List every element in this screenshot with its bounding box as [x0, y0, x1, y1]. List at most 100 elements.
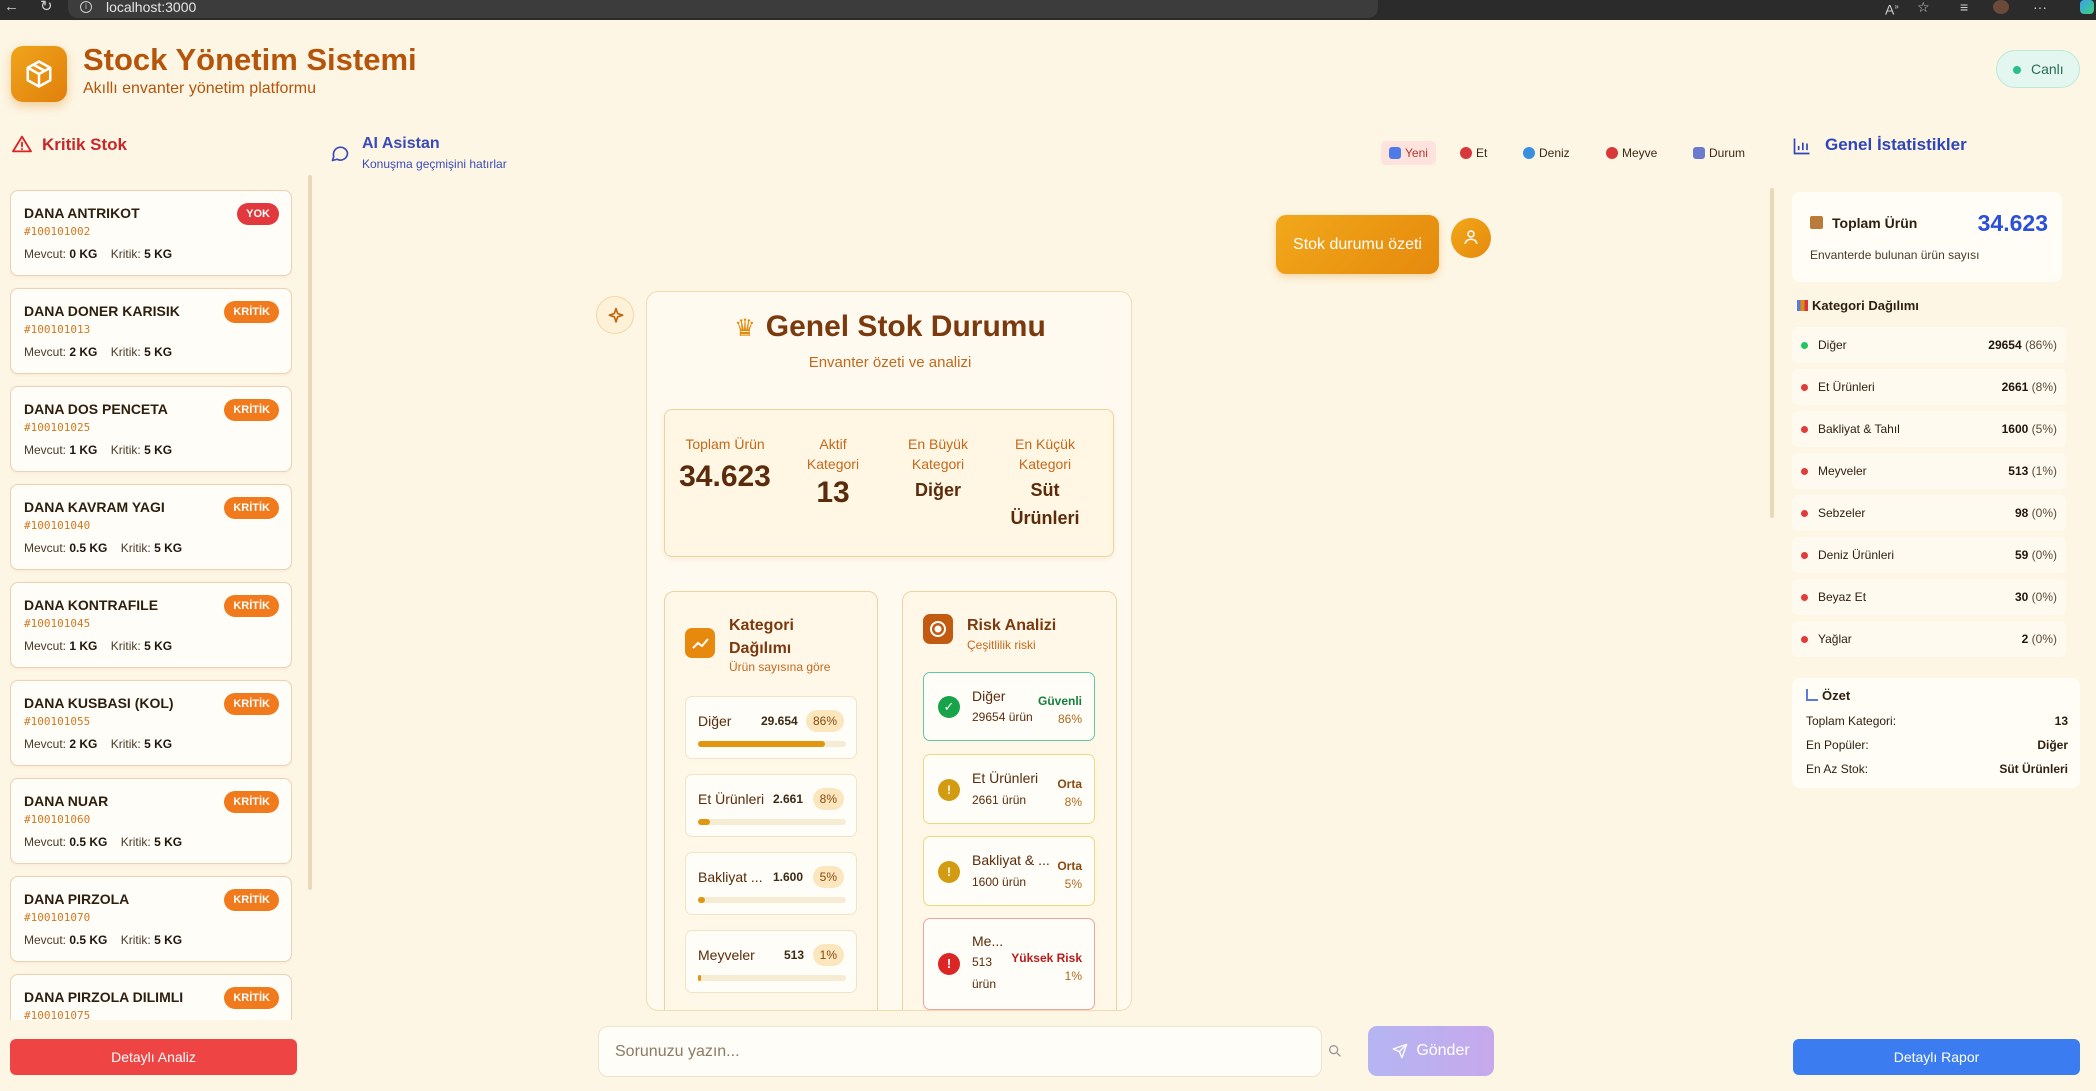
target-icon [923, 614, 953, 644]
profile-avatar[interactable] [1993, 0, 2009, 14]
stock-name: DANA DOS PENCETA [24, 401, 168, 417]
stock-card[interactable]: DANA KONTRAFILE #100101045 Mevcut: 1 KG … [10, 582, 292, 668]
category-row[interactable]: Diğer 29.654 86% [685, 696, 857, 759]
stock-name: DANA ANTRIKOT [24, 205, 140, 221]
stats-category-row[interactable]: Sebzeler 98 (0%) [1792, 495, 2066, 531]
status-dot-icon [1801, 426, 1808, 433]
send-button[interactable]: Gönder [1368, 1026, 1494, 1076]
critical-list-scrollbar[interactable] [308, 175, 312, 890]
risk-analysis-card: Risk Analizi Çeşitlilik riski ✓ Diğer 29… [902, 591, 1117, 1010]
stock-card[interactable]: DANA KAVRAM YAGI #100101040 Mevcut: 0.5 … [10, 484, 292, 570]
detailed-report-button[interactable]: Detaylı Rapor [1793, 1039, 2080, 1075]
report-subtitle: Envanter özeti ve analizi [808, 354, 972, 371]
send-label: Gönder [1416, 1042, 1470, 1059]
status-badge: KRİTİK [224, 399, 279, 421]
stock-card[interactable]: DANA DOS PENCETA #100101025 Mevcut: 1 KG… [10, 386, 292, 472]
stats-category-row[interactable]: Bakliyat & Tahıl 1600 (5%) [1792, 411, 2066, 447]
stock-card[interactable]: DANA ANTRIKOT #100101002 Mevcut: 0 KG Kr… [10, 190, 292, 276]
site-info-icon[interactable]: i [80, 1, 92, 13]
risk-row[interactable]: ✓ Diğer 29654 ürün Güvenli 86% [923, 672, 1095, 741]
trend-icon [1806, 689, 1818, 701]
warning-icon: ! [938, 779, 960, 801]
favorite-star-icon[interactable]: ☆ [1917, 0, 1930, 14]
stats-category-row[interactable]: Meyveler 513 (1%) [1792, 453, 2066, 489]
summary-active-category: Aktif Kategori 13 [806, 436, 860, 509]
status-dot-icon [1801, 384, 1808, 391]
stock-card[interactable]: DANA DONER KARISIK #100101013 Mevcut: 2 … [10, 288, 292, 374]
stats-category-row[interactable]: Beyaz Et 30 (0%) [1792, 579, 2066, 615]
live-status-label: Canlı [2031, 61, 2064, 77]
read-aloud-icon[interactable]: A» [1885, 0, 1899, 17]
quick-button-status[interactable]: Durum [1685, 141, 1753, 165]
app-subtitle: Akıllı envanter yönetim platformu [83, 80, 316, 97]
apple-icon [1606, 147, 1618, 159]
stock-code: #100101075 [24, 1009, 91, 1020]
warning-triangle-icon [12, 135, 32, 158]
status-dot-icon [1801, 342, 1808, 349]
total-value: 34.623 [1977, 210, 2048, 236]
stock-card[interactable]: DANA PIRZOLA #100101070 Mevcut: 0.5 KG K… [10, 876, 292, 962]
stock-card[interactable]: DANA PIRZOLA DILIMLI #100101075 KRİTİK [10, 974, 292, 1020]
total-label: Toplam Ürün [1832, 215, 1918, 231]
quick-button-seafood[interactable]: Deniz [1515, 141, 1578, 165]
status-dot-icon [1801, 594, 1808, 601]
risk-row[interactable]: ! Et Ürünleri 2661 ürün Orta 8% [923, 754, 1095, 824]
category-progress-fill [698, 819, 710, 825]
summary-smallest-category: En Küçük Kategori Süt Ürünleri [1010, 436, 1080, 528]
reload-icon[interactable]: ↻ [40, 0, 53, 14]
stats-scrollbar[interactable] [1770, 188, 1774, 518]
stock-meta: Mevcut: 0.5 KG Kritik: 5 KG [24, 933, 183, 947]
stock-meta: Mevcut: 1 KG Kritik: 5 KG [24, 443, 173, 457]
category-progress-fill [698, 975, 701, 981]
assistant-title: AI Asistan [362, 135, 440, 152]
report-title: ♛ Genel Stok Durumu [734, 310, 1046, 343]
back-icon[interactable]: ← [4, 0, 19, 14]
status-badge: KRİTİK [224, 987, 279, 1009]
stock-meta: Mevcut: 0.5 KG Kritik: 5 KG [24, 541, 183, 555]
status-dot-icon [1801, 552, 1808, 559]
favorites-list-icon[interactable]: ≡ [1960, 0, 1968, 14]
live-dot-icon [2013, 66, 2021, 74]
stock-card[interactable]: DANA KUSBASI (KOL) #100101055 Mevcut: 2 … [10, 680, 292, 766]
total-description: Envanterde bulunan ürün sayısı [1810, 248, 1980, 262]
risk-row[interactable]: ! Bakliyat & ... 1600 ürün Orta 5% [923, 836, 1095, 906]
status-badge: KRİTİK [224, 693, 279, 715]
stats-category-row[interactable]: Diğer 29654 (86%) [1792, 327, 2066, 363]
stats-category-row[interactable]: Yağlar 2 (0%) [1792, 621, 2066, 657]
category-row[interactable]: Bakliyat ... 1.600 5% [685, 852, 857, 915]
quick-button-fruit[interactable]: Meyve [1598, 141, 1665, 165]
address-text: localhost:3000 [106, 0, 197, 15]
user-avatar-icon [1451, 218, 1491, 258]
risk-row[interactable]: ! Me... 513 ürün Yüksek Risk 1% [923, 918, 1095, 1010]
trend-chart-icon [685, 628, 715, 658]
stats-category-row[interactable]: Deniz Ürünleri 59 (0%) [1792, 537, 2066, 573]
more-menu-icon[interactable]: ··· [2033, 0, 2047, 14]
quick-button-new[interactable]: Yeni [1381, 141, 1436, 165]
status-badge: KRİTİK [224, 889, 279, 911]
category-progress-bar [698, 975, 846, 981]
stock-name: DANA PIRZOLA [24, 891, 130, 907]
category-row[interactable]: Et Ürünleri 2.661 8% [685, 774, 857, 837]
quick-button-meat[interactable]: Et [1452, 141, 1495, 165]
app-title: Stock Yönetim Sistemi [83, 42, 417, 77]
stock-name: DANA PIRZOLA DILIMLI [24, 989, 184, 1005]
summary-card: Özet Toplam Kategori: 13 En Popüler: Diğer… [1792, 678, 2080, 788]
status-dot-icon [1801, 510, 1808, 517]
stock-meta: Mevcut: 0.5 KG Kritik: 5 KG [24, 835, 183, 849]
detailed-analysis-button[interactable]: Detaylı Analiz [10, 1039, 297, 1075]
stock-card[interactable]: DANA NUAR #100101060 Mevcut: 0.5 KG Krit… [10, 778, 292, 864]
user-message-bubble: Stok durumu özeti [1276, 215, 1439, 274]
category-row[interactable]: Meyveler 513 1% [685, 930, 857, 993]
chat-bubble-icon [330, 143, 350, 168]
chat-input[interactable] [598, 1026, 1322, 1077]
stats-category-row[interactable]: Et Ürünleri 2661 (8%) [1792, 369, 2066, 405]
summary-heading: Özet [1806, 688, 1850, 703]
app-header: Stock Yönetim Sistemi Akıllı envanter yö… [0, 20, 2096, 112]
address-bar[interactable]: i localhost:3000 [68, 0, 1378, 18]
copilot-icon[interactable] [2080, 0, 2094, 14]
send-arrow-icon [1392, 1043, 1408, 1059]
category-distribution-card: Kategori Dağılımı Ürün sayısına göre Diğ… [664, 591, 878, 1010]
chart-icon [1693, 147, 1705, 159]
stats-title: Genel İstatistikler [1825, 135, 1967, 154]
category-distribution-heading: Kategori Dağılımı [1797, 298, 1919, 313]
